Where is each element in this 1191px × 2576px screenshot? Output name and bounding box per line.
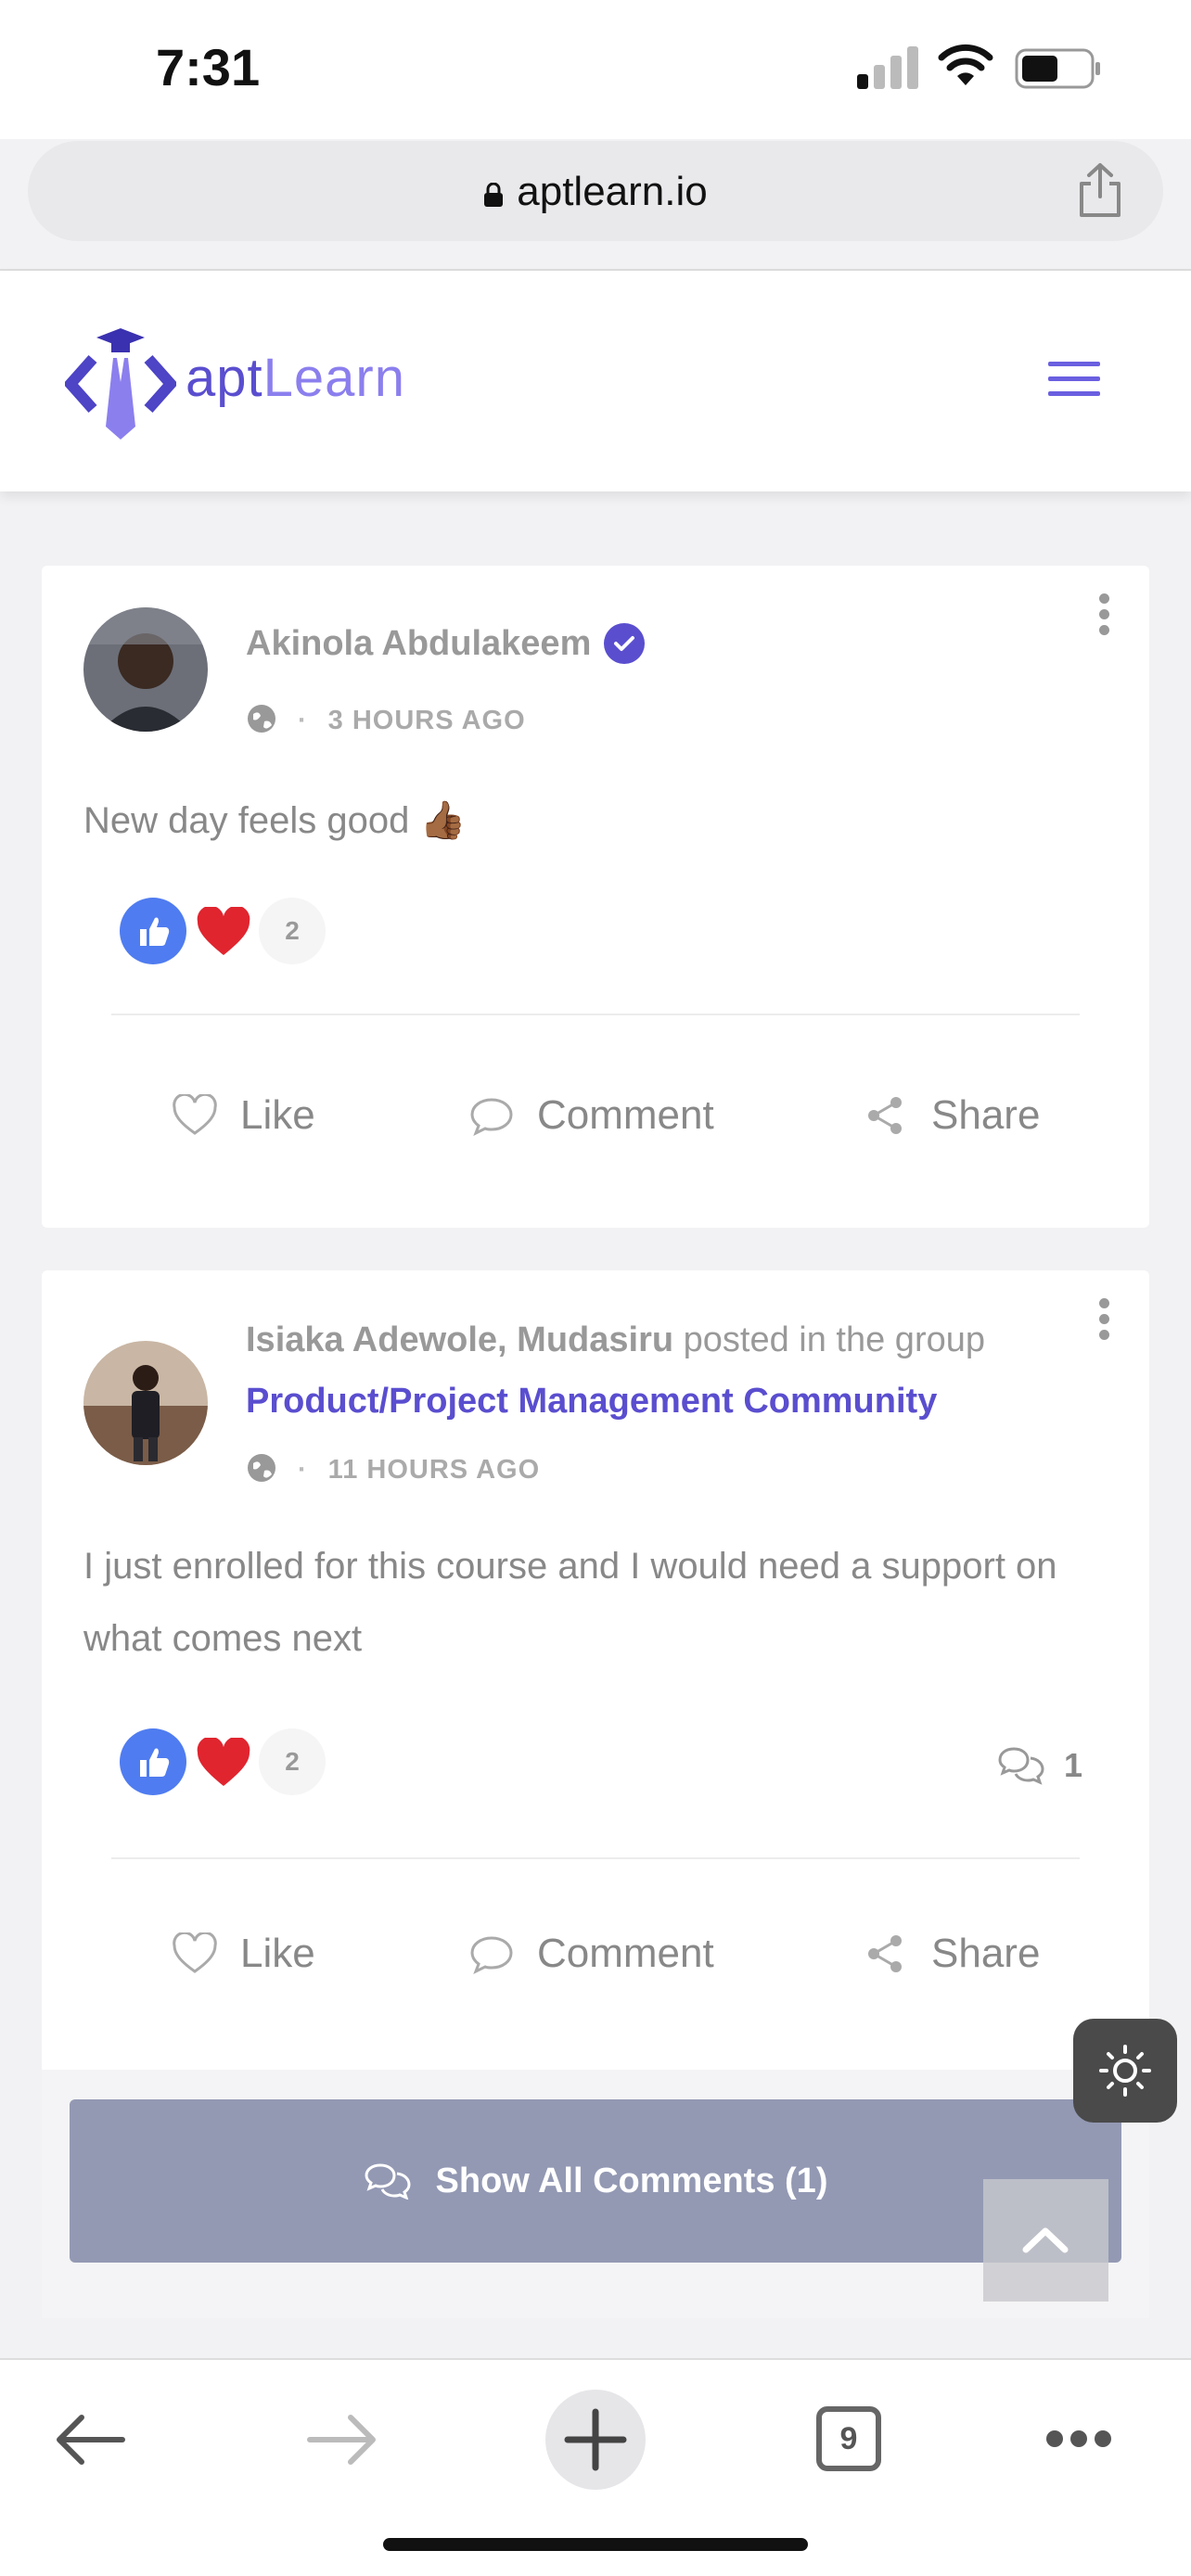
group-link[interactable]: Product/Project Management Community	[246, 1382, 937, 1422]
comment-bubble-icon	[470, 1936, 513, 1975]
post-actions: Like Comment Share	[42, 1931, 1149, 2005]
post-text: New day feels good 👍🏾	[83, 800, 467, 841]
heart-reaction-icon	[197, 907, 250, 955]
more-options-icon[interactable]	[1099, 1298, 1112, 1341]
comments-icon	[998, 1747, 1044, 1785]
hamburger-menu-icon[interactable]	[1048, 362, 1100, 399]
post-actions: Like Comment Share	[42, 1092, 1149, 1167]
like-reaction-icon	[120, 1728, 186, 1795]
reaction-summary[interactable]: 2	[120, 1728, 333, 1795]
share-icon[interactable]	[1076, 161, 1124, 219]
status-bar: 7:31	[0, 0, 1191, 139]
new-tab-button[interactable]	[545, 2390, 646, 2490]
comment-count[interactable]: 1	[997, 1745, 1082, 1786]
globe-icon	[248, 705, 275, 733]
lock-icon	[484, 183, 504, 207]
avatar[interactable]	[83, 607, 208, 732]
post-text: I just enrolled for this course and I wo…	[83, 1546, 1057, 1659]
cellular-signal-icon	[857, 46, 918, 89]
post-card: Akinola Abdulakeem · 3 HOURS AGO New day …	[42, 566, 1149, 1228]
battery-icon	[1015, 48, 1100, 89]
share-button[interactable]: Share	[863, 1931, 1040, 1977]
aptlearn-logo-icon[interactable]	[65, 317, 176, 447]
reaction-count: 2	[259, 898, 326, 964]
like-button[interactable]: Like	[172, 1092, 315, 1139]
comment-button[interactable]: Comment	[468, 1931, 714, 1977]
heart-reaction-icon	[197, 1738, 250, 1786]
status-time: 7:31	[156, 38, 261, 96]
theme-toggle-button[interactable]	[1073, 2019, 1177, 2123]
address-bar[interactable]: aptlearn.io	[28, 141, 1163, 241]
post-time: 3 HOURS AGO	[327, 706, 526, 735]
avatar[interactable]	[83, 1341, 208, 1465]
reaction-summary[interactable]: 2	[120, 898, 333, 964]
show-all-comments-button[interactable]: Show All Comments (1)	[70, 2099, 1121, 2263]
tab-switcher-button[interactable]: 9	[816, 2406, 881, 2471]
plus-icon	[564, 2408, 627, 2471]
like-reaction-icon	[120, 898, 186, 964]
post-time: 11 HOURS AGO	[327, 1455, 541, 1485]
share-button[interactable]: Share	[863, 1092, 1040, 1139]
verified-badge-icon	[604, 623, 646, 664]
posted-in-label: posted in the group	[683, 1320, 985, 1359]
forward-arrow-icon[interactable]	[306, 2412, 378, 2468]
globe-icon	[248, 1454, 275, 1482]
scroll-to-top-button[interactable]	[983, 2179, 1108, 2302]
home-indicator	[383, 2538, 808, 2551]
wifi-icon	[938, 44, 993, 85]
author-name[interactable]: Isiaka Adewole, Mudasiru	[246, 1320, 673, 1359]
heart-outline-icon	[173, 1932, 217, 1973]
comment-button[interactable]: Comment	[468, 1092, 714, 1139]
share-nodes-icon	[868, 1935, 902, 1972]
like-button[interactable]: Like	[172, 1931, 315, 1977]
comment-bubble-icon	[470, 1098, 513, 1137]
more-options-icon[interactable]	[1099, 593, 1112, 636]
comments-icon	[365, 2163, 411, 2200]
reaction-count: 2	[259, 1728, 326, 1795]
url-text: aptlearn.io	[517, 169, 708, 214]
divider	[111, 1014, 1080, 1015]
logo-wordmark[interactable]: aptLearn	[186, 347, 405, 409]
share-nodes-icon	[868, 1097, 902, 1134]
divider	[111, 1857, 1080, 1859]
author-name[interactable]: Akinola Abdulakeem	[246, 624, 591, 663]
heart-outline-icon	[173, 1094, 217, 1135]
sun-icon	[1099, 2045, 1151, 2097]
chevron-up-icon	[1022, 2227, 1069, 2253]
more-menu-icon[interactable]	[1046, 2430, 1122, 2449]
back-arrow-icon[interactable]	[54, 2412, 126, 2468]
site-header: aptLearn	[0, 271, 1191, 491]
